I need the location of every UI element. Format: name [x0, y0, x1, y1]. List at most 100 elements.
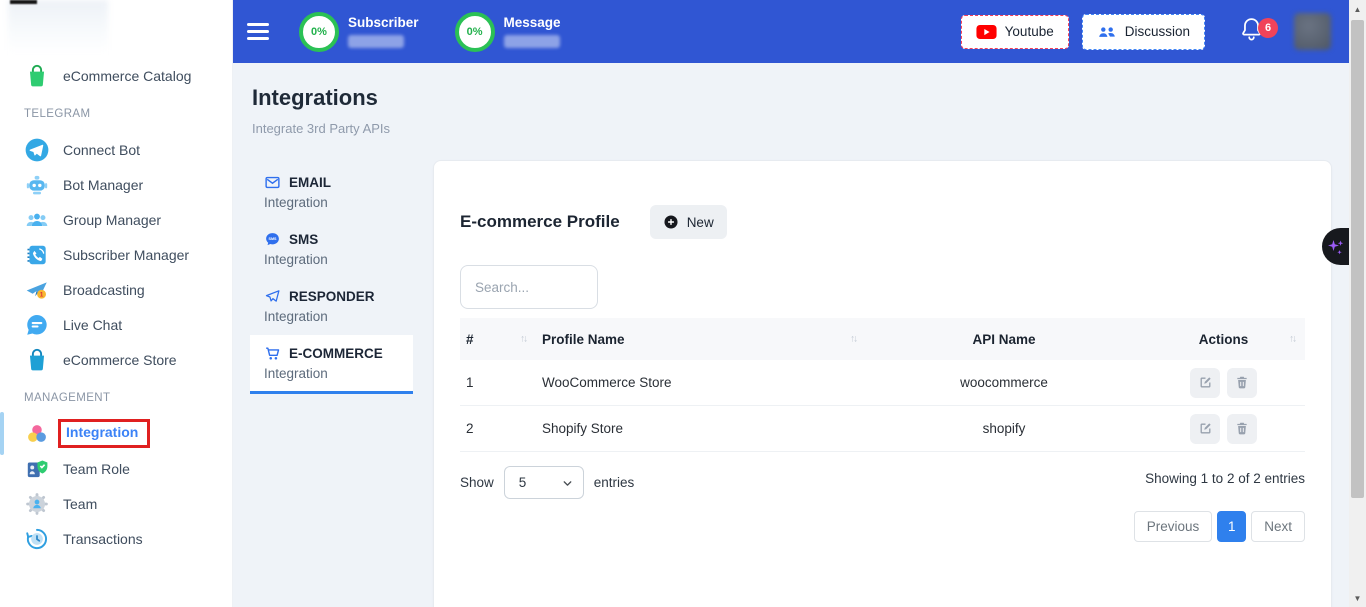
plus-circle-icon	[663, 214, 679, 230]
edit-pencil-icon	[1197, 420, 1214, 437]
row-api-name: woocommerce	[866, 375, 1142, 390]
topbar: 0% Subscriber 0% Message Youtube	[233, 0, 1349, 63]
sidebar-item-team-role[interactable]: Team Role	[0, 451, 232, 486]
table-row: 2 Shopify Store shopify	[460, 406, 1305, 452]
sidebar-item-group-manager[interactable]: Group Manager	[0, 202, 232, 237]
row-profile-name: Shopify Store	[536, 421, 866, 436]
sidebar-item-label: eCommerce Store	[63, 352, 177, 368]
subnav-item-responder[interactable]: RESPONDER Integration	[250, 278, 413, 334]
sidebar-item-label: Transactions	[63, 531, 143, 547]
delete-button[interactable]	[1227, 414, 1257, 444]
contact-book-icon	[24, 242, 50, 268]
trash-icon	[1234, 420, 1250, 437]
envelope-icon	[264, 174, 281, 191]
subscriber-stat-value-redacted	[348, 35, 404, 48]
edit-pencil-icon	[1197, 374, 1214, 391]
history-clock-icon	[24, 526, 50, 552]
svg-text:1: 1	[40, 291, 44, 298]
notification-count-badge: 6	[1258, 18, 1278, 38]
row-actions	[1142, 368, 1305, 398]
sidebar-item-label: Subscriber Manager	[63, 247, 189, 263]
pagination: Previous 1 Next	[460, 511, 1305, 542]
annotation-red-box: Integration	[58, 419, 150, 448]
sidebar-item-connect-bot[interactable]: Connect Bot	[0, 132, 232, 167]
table-header-row: # ↑↓ Profile Name ↑↓ API Name Actions ↑↓	[460, 318, 1305, 360]
paper-plane-icon	[264, 288, 281, 305]
scrollbar-thumb[interactable]	[1351, 20, 1364, 498]
entries-label: entries	[594, 475, 635, 490]
column-header-profile-name[interactable]: Profile Name ↑↓	[536, 332, 866, 347]
sort-icon: ↑↓	[520, 334, 526, 345]
page-1-button[interactable]: 1	[1217, 511, 1246, 542]
sparkles-icon	[1327, 236, 1345, 258]
subscriber-progress-ring: 0%	[299, 12, 339, 52]
main-content: Integrations Integrate 3rd Party APIs EM…	[233, 63, 1349, 607]
page-size-select[interactable]: 5	[504, 466, 584, 499]
sidebar-section-management: MANAGEMENT	[24, 392, 232, 404]
column-header-api-name[interactable]: API Name	[866, 332, 1142, 347]
subnav-item-email[interactable]: EMAIL Integration	[250, 164, 413, 220]
sidebar-item-broadcasting[interactable]: 1 Broadcasting	[0, 272, 232, 307]
user-avatar[interactable]	[1294, 13, 1331, 50]
users-group-icon	[1097, 23, 1117, 41]
sidebar-item-transactions[interactable]: Transactions	[0, 521, 232, 556]
sidebar-item-team[interactable]: Team	[0, 486, 232, 521]
subnav-item-sms[interactable]: SMS SMS Integration	[250, 221, 413, 277]
shopping-bag-blue-icon	[24, 347, 50, 373]
hamburger-menu-icon[interactable]	[247, 19, 271, 45]
column-header-actions[interactable]: Actions ↑↓	[1142, 332, 1305, 347]
message-stat-label: Message	[504, 15, 561, 30]
table-row: 1 WooCommerce Store woocommerce	[460, 360, 1305, 406]
profiles-table: # ↑↓ Profile Name ↑↓ API Name Actions ↑↓	[460, 318, 1305, 452]
active-indicator-bar	[0, 412, 4, 455]
previous-page-button[interactable]: Previous	[1134, 511, 1213, 542]
sidebar-item-label: Team	[63, 496, 97, 512]
app-window: eCommerce Catalog TELEGRAM Connect Bot	[0, 0, 1366, 607]
sidebar-item-subscriber-manager[interactable]: Subscriber Manager	[0, 237, 232, 272]
trash-icon	[1234, 374, 1250, 391]
sort-icon: ↑↓	[1289, 334, 1295, 345]
page-size-value: 5	[519, 475, 527, 490]
sidebar-item-label: Team Role	[63, 461, 130, 477]
column-header-num[interactable]: # ↑↓	[460, 332, 536, 347]
sidebar-item-ecommerce-catalog[interactable]: eCommerce Catalog	[0, 58, 232, 93]
sidebar-item-ecommerce-store[interactable]: eCommerce Store	[0, 342, 232, 377]
search-input[interactable]	[460, 265, 598, 309]
new-button-label: New	[687, 215, 714, 230]
subnav-item-title: RESPONDER	[289, 289, 375, 304]
new-profile-button[interactable]: New	[650, 205, 727, 239]
scroll-down-arrow[interactable]: ▼	[1349, 590, 1366, 606]
sidebar-item-bot-manager[interactable]: Bot Manager	[0, 167, 232, 202]
sidebar-item-label: Broadcasting	[63, 282, 145, 298]
edit-button[interactable]	[1190, 368, 1220, 398]
youtube-button[interactable]: Youtube	[961, 15, 1069, 49]
subnav-item-subtitle: Integration	[264, 309, 399, 324]
page-size-group: Show 5 entries	[460, 466, 634, 499]
sidebar-item-integration[interactable]: Integration	[0, 416, 232, 451]
notifications-button[interactable]: 6	[1239, 16, 1264, 48]
cart-icon	[264, 345, 281, 362]
vertical-scrollbar[interactable]: ▲ ▼	[1349, 0, 1366, 607]
discussion-button[interactable]: Discussion	[1082, 14, 1205, 50]
robot-icon	[24, 172, 50, 198]
subscriber-stat-label: Subscriber	[348, 15, 419, 30]
row-api-name: shopify	[866, 421, 1142, 436]
show-label: Show	[460, 475, 494, 490]
sidebar-item-label: Group Manager	[63, 212, 161, 228]
page-subtitle: Integrate 3rd Party APIs	[252, 121, 390, 136]
scroll-up-arrow[interactable]: ▲	[1349, 1, 1366, 17]
subnav-item-title: E-COMMERCE	[289, 346, 383, 361]
shopping-bag-green-icon	[24, 63, 50, 89]
panel-title: E-commerce Profile	[460, 212, 620, 232]
delete-button[interactable]	[1227, 368, 1257, 398]
discussion-button-label: Discussion	[1125, 24, 1190, 39]
edit-button[interactable]	[1190, 414, 1220, 444]
next-page-button[interactable]: Next	[1251, 511, 1305, 542]
sidebar-section-telegram: TELEGRAM	[24, 108, 232, 120]
subnav-item-ecommerce[interactable]: E-COMMERCE Integration	[250, 335, 413, 394]
table-info-text: Showing 1 to 2 of 2 entries	[1145, 471, 1305, 486]
chat-bubble-icon	[24, 312, 50, 338]
sidebar-item-live-chat[interactable]: Live Chat	[0, 307, 232, 342]
subnav-item-title: SMS	[289, 232, 318, 247]
sidebar-item-label: eCommerce Catalog	[63, 68, 191, 84]
